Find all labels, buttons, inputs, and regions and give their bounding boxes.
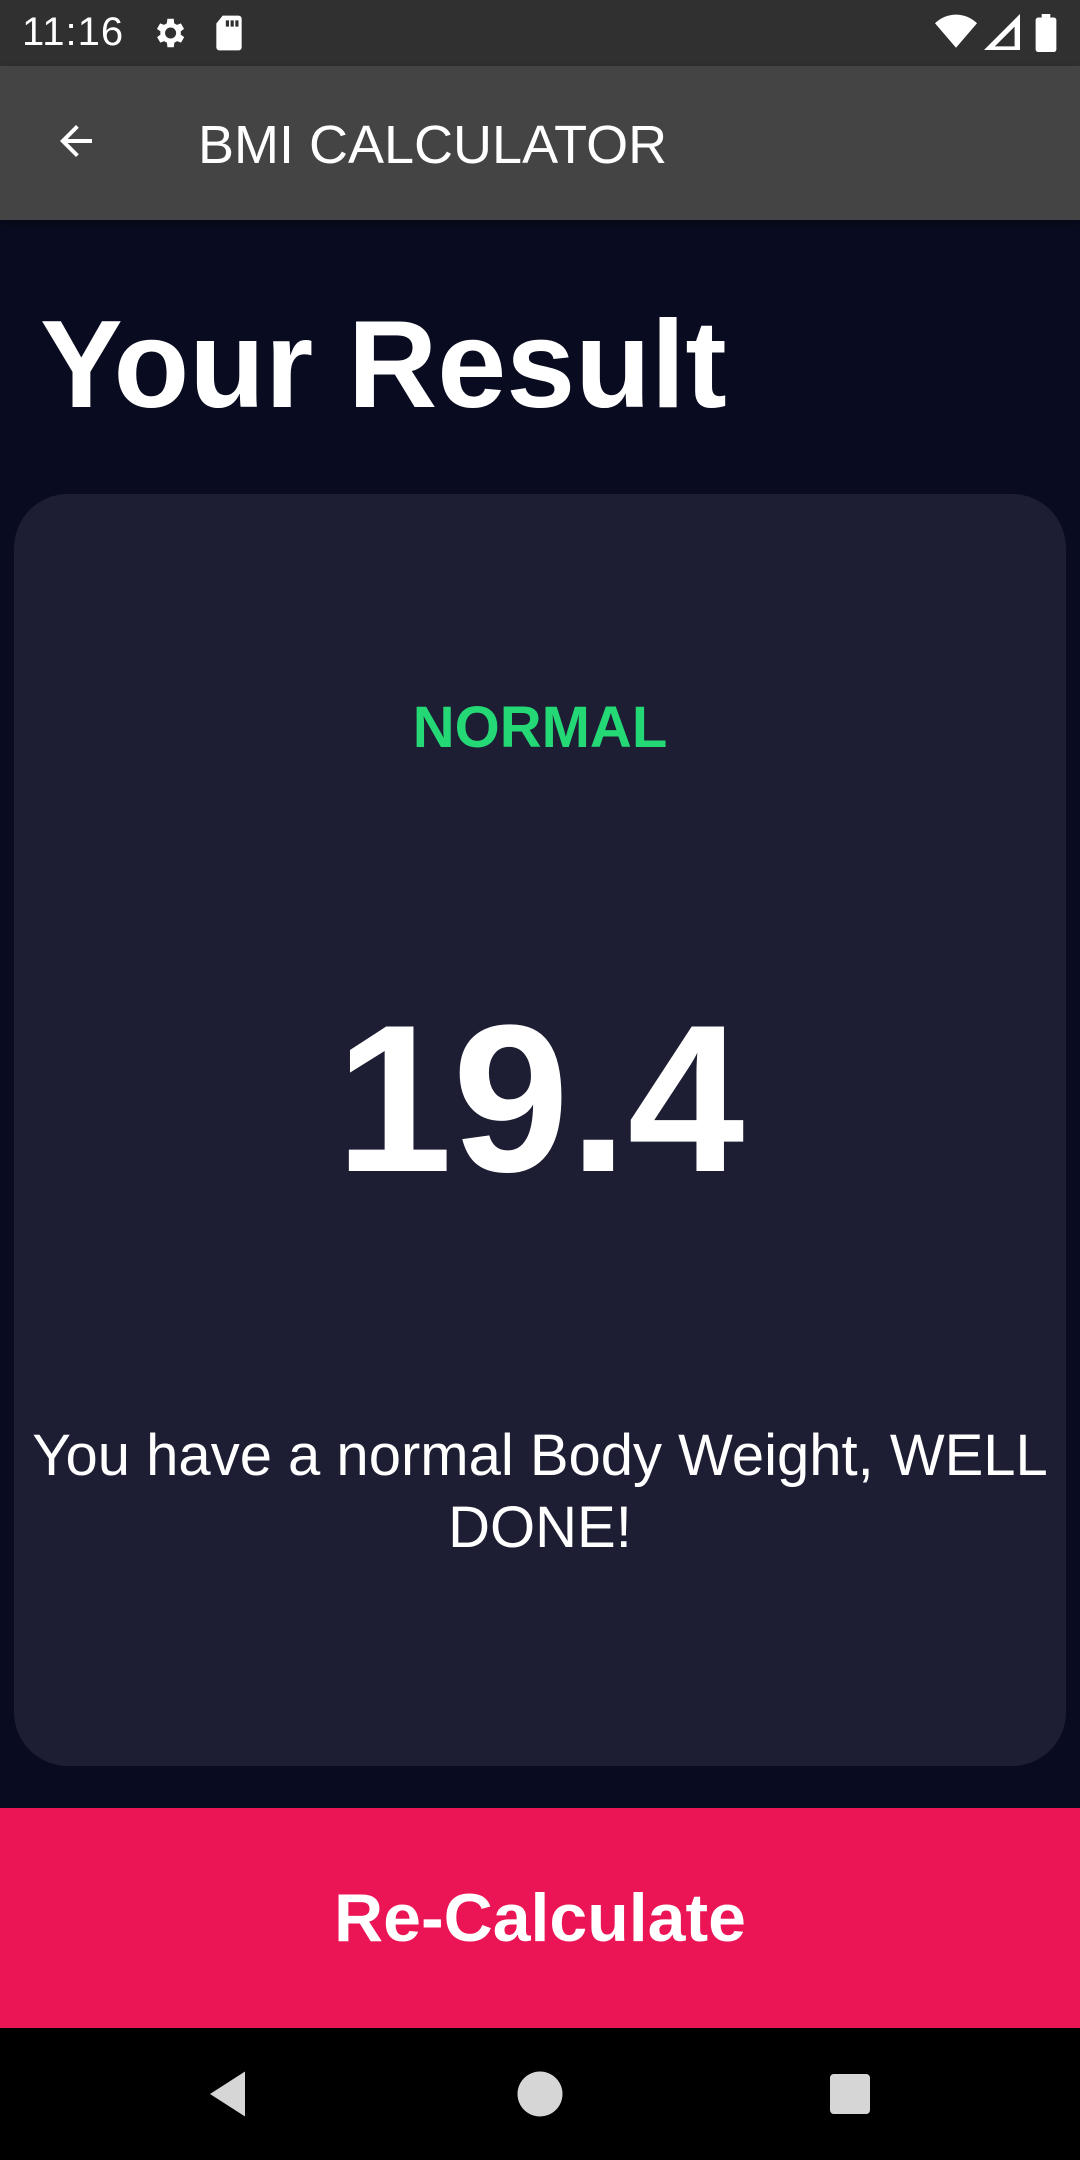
- wifi-icon: [935, 14, 977, 55]
- result-card: NORMAL 19.4 You have a normal Body Weigh…: [14, 494, 1066, 1766]
- status-time: 11:16: [22, 10, 125, 54]
- back-button[interactable]: [36, 103, 116, 183]
- app-bar: BMI CALCULATOR: [0, 66, 1080, 220]
- result-status: NORMAL: [412, 695, 668, 760]
- app-title: BMI CALCULATOR: [198, 115, 668, 175]
- result-message: You have a normal Body Weight, WELL DONE…: [32, 1423, 1048, 1560]
- status-bar: 11:16: [0, 0, 1080, 66]
- back-triangle-icon[interactable]: [200, 2064, 260, 2124]
- battery-icon: [1035, 14, 1057, 57]
- recents-square-icon[interactable]: [820, 2064, 880, 2124]
- recalculate-button[interactable]: Re-Calculate: [0, 1808, 1080, 2028]
- bmi-value: 19.4: [335, 981, 745, 1216]
- settings-icon: [150, 14, 188, 57]
- page-title: Your Result: [40, 296, 727, 434]
- sd-card-icon: [212, 14, 246, 57]
- arrow-back-icon: [52, 117, 100, 170]
- home-circle-icon[interactable]: [510, 2064, 570, 2124]
- signal-icon: [984, 14, 1020, 55]
- navigation-bar: [0, 2028, 1080, 2160]
